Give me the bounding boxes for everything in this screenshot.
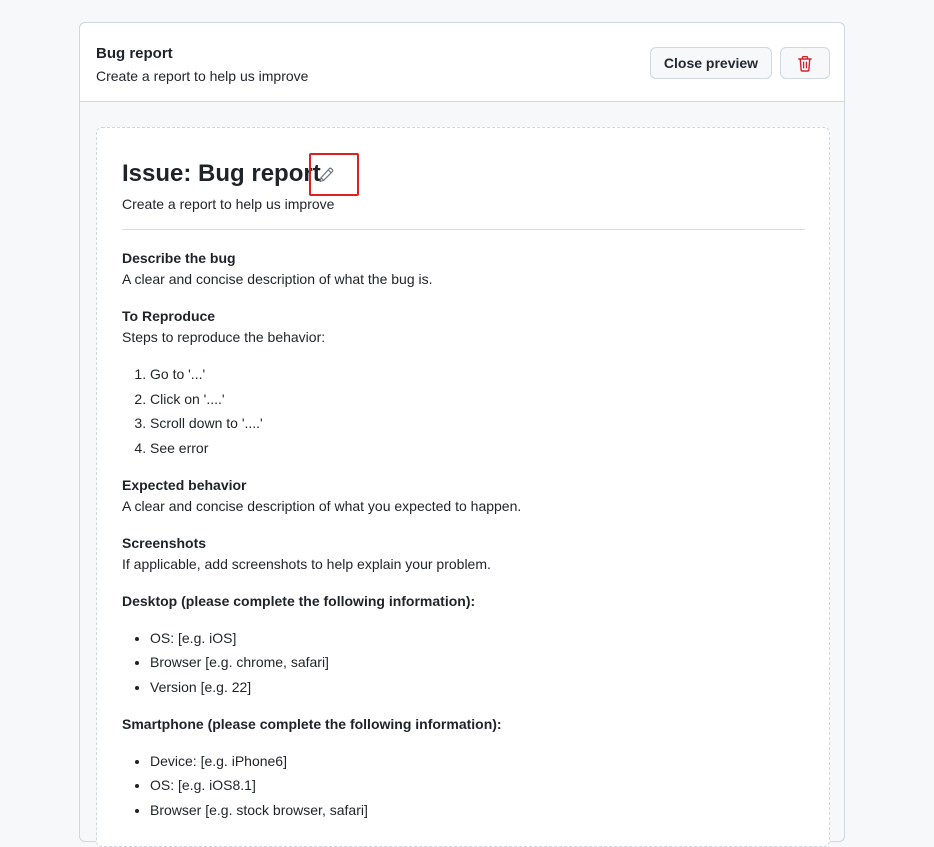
list-item: Device: [e.g. iPhone6] [150,751,805,772]
section-text: Steps to reproduce the behavior: [122,329,326,345]
list-item: Browser [e.g. stock browser, safari] [150,800,805,821]
delete-template-button[interactable] [780,47,830,79]
panel-header: Bug report Create a report to help us im… [80,23,844,102]
list-item: Browser [e.g. chrome, safari] [150,652,805,673]
list-item: OS: [e.g. iOS] [150,628,805,649]
list-item: Scroll down to '....' [150,413,805,434]
reproduce-steps-list: Go to '...' Click on '....' Scroll down … [122,364,805,459]
smartphone-info-list: Device: [e.g. iPhone6] OS: [e.g. iOS8.1]… [122,751,805,821]
template-name: Bug report [96,45,173,62]
template-description: Create a report to help us improve [96,68,309,84]
section-heading: Expected behavior [122,476,247,493]
section-smartphone: Smartphone (please complete the followin… [122,714,805,821]
pencil-icon [319,167,334,182]
trash-icon [798,56,812,72]
list-item: Go to '...' [150,364,805,385]
list-item: OS: [e.g. iOS8.1] [150,775,805,796]
issue-preview-card: Issue: Bug report Create a report to hel… [96,127,830,847]
section-heading: Desktop (please complete the following i… [122,592,476,609]
section-describe: Describe the bug A clear and concise des… [122,248,805,290]
list-item: See error [150,438,805,459]
section-expected: Expected behavior A clear and concise de… [122,475,805,517]
section-heading: To Reproduce [122,308,216,324]
desktop-info-list: OS: [e.g. iOS] Browser [e.g. chrome, saf… [122,628,805,698]
list-item: Version [e.g. 22] [150,677,805,698]
template-preview-panel: Bug report Create a report to help us im… [79,22,845,847]
list-item: Click on '....' [150,389,805,410]
issue-description: Create a report to help us improve [122,196,335,212]
section-heading: Describe the bug [122,250,236,266]
close-preview-button[interactable]: Close preview [650,47,772,79]
section-text: If applicable, add screenshots to help e… [122,555,491,572]
section-text: A clear and concise description of what … [122,271,433,287]
section-text: A clear and concise description of what … [122,497,522,514]
section-heading: Smartphone (please complete the followin… [122,715,502,732]
section-reproduce: To Reproduce Steps to reproduce the beha… [122,306,805,459]
section-desktop: Desktop (please complete the following i… [122,591,805,698]
issue-title: Issue: Bug report [122,160,321,187]
issue-body: Describe the bug A clear and concise des… [122,248,805,837]
edit-title-button[interactable] [309,153,359,196]
divider [122,229,805,230]
section-heading: Screenshots [122,534,207,551]
section-screenshots: Screenshots If applicable, add screensho… [122,533,805,575]
